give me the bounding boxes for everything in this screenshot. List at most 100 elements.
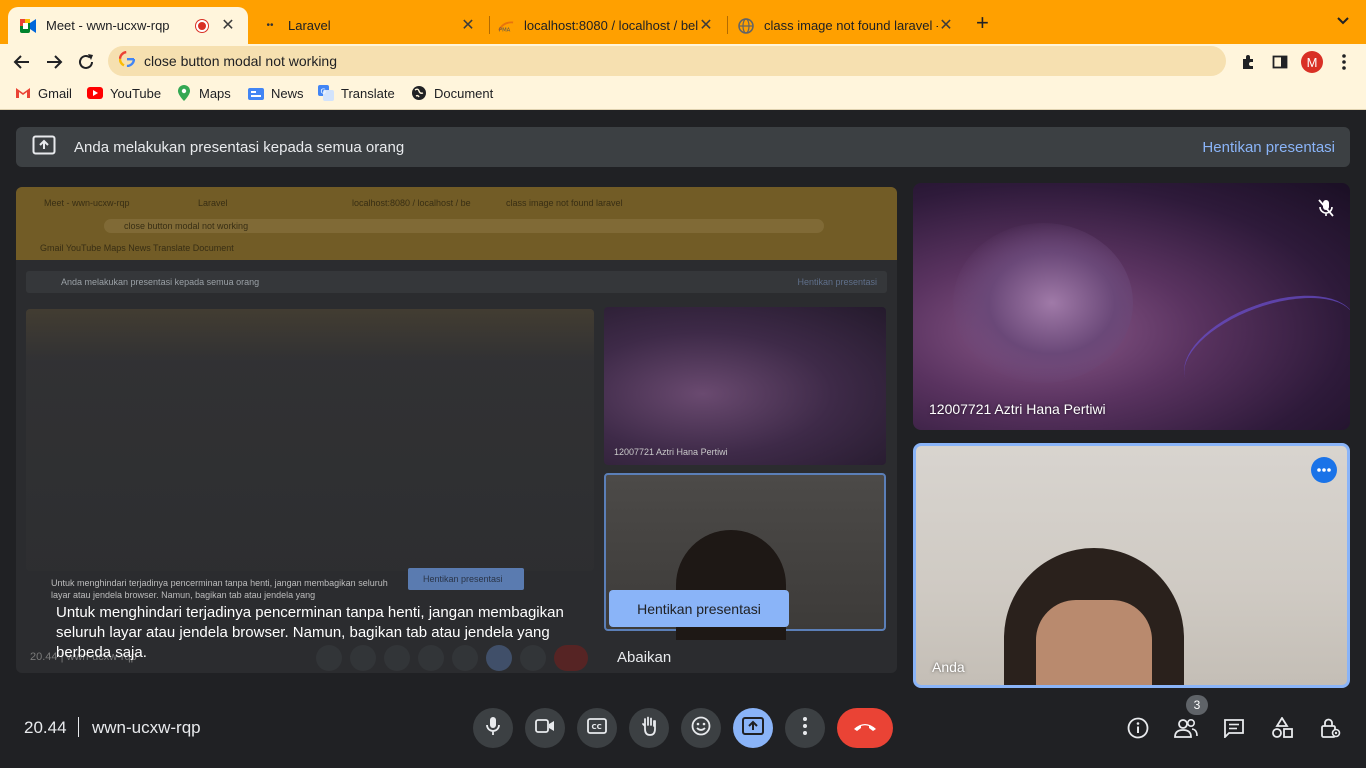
bookmark-maps[interactable]: Maps (176, 85, 231, 101)
video-feed (1170, 274, 1350, 422)
globe-icon (411, 85, 427, 101)
mirror-bookmarks-text: Gmail YouTube Maps News Translate Docume… (40, 243, 234, 253)
mic-off-icon (1318, 199, 1334, 222)
tab-search-chevron-icon[interactable] (1336, 14, 1350, 33)
bookmark-label: Translate (341, 85, 395, 101)
bookmark-label: Maps (199, 85, 231, 101)
mirror-participant-tile: 12007721 Aztri Hana Pertiwi (604, 307, 886, 465)
mirror-recursive-screen (26, 309, 594, 571)
present-screen-icon (742, 716, 764, 740)
hang-up-phone-icon (853, 719, 877, 737)
ignore-button[interactable]: Abaikan (617, 649, 671, 666)
meeting-code: wwn-ucxw-rqp (92, 718, 201, 737)
side-panel-icon[interactable] (1268, 50, 1292, 74)
tab-title: Laravel (288, 18, 331, 33)
close-tab-icon[interactable]: ✕ (938, 17, 954, 34)
mirror-banner: Anda melakukan presentasi kepada semua o… (26, 271, 887, 293)
meeting-time: 20.44 (24, 718, 67, 737)
address-bar[interactable]: close button modal not working (108, 46, 1226, 76)
divider (78, 717, 79, 737)
stop-presenting-link[interactable]: Hentikan presentasi (1202, 139, 1335, 156)
raise-hand-button[interactable] (629, 708, 669, 748)
bookmark-document[interactable]: Document (411, 85, 493, 101)
youtube-icon (87, 85, 103, 101)
close-tab-icon[interactable]: ✕ (220, 17, 236, 34)
tab-laravel[interactable]: •• Laravel ✕ (250, 7, 488, 44)
news-icon (248, 85, 264, 101)
captions-button[interactable]: CC (577, 708, 617, 748)
tab-meet[interactable]: Meet - wwn-ucxw-rqp ✕ (8, 7, 248, 44)
closed-captions-icon: CC (587, 717, 607, 739)
mirror-warning-text: Untuk menghindari terjadinya pencerminan… (51, 578, 388, 600)
tab-title: Meet - wwn-ucxw-rqp (46, 18, 170, 33)
present-now-button[interactable] (733, 708, 773, 748)
svg-text:PMA: PMA (499, 27, 511, 33)
emoji-smile-icon (691, 716, 711, 741)
kebab-menu-icon[interactable] (1332, 50, 1356, 74)
reactions-button[interactable] (681, 708, 721, 748)
maps-pin-icon (176, 85, 192, 101)
participant-tile[interactable]: 12007721 Aztri Hana Pertiwi (913, 183, 1350, 430)
people-icon[interactable] (1173, 715, 1199, 741)
forward-arrow-icon[interactable] (42, 50, 66, 74)
mirror-participant-name: 12007721 Aztri Hana Pertiwi (614, 447, 728, 457)
globe-icon (738, 17, 754, 34)
tab-phpmyadmin[interactable]: PMA localhost:8080 / localhost / bel ✕ (486, 7, 726, 44)
mirror-banner-text: Anda melakukan presentasi kepada semua o… (61, 277, 260, 287)
activities-shapes-icon[interactable] (1269, 715, 1295, 741)
stop-presenting-button[interactable]: Hentikan presentasi (609, 590, 789, 627)
address-text: close button modal not working (144, 53, 337, 69)
browser-toolbar: close button modal not working M (0, 44, 1366, 78)
recording-indicator-icon (196, 19, 208, 32)
participant-name: 12007721 Aztri Hana Pertiwi (929, 401, 1106, 417)
bookmark-label: Document (434, 85, 494, 101)
profile-avatar[interactable]: M (1300, 50, 1324, 74)
new-tab-icon[interactable]: + (976, 12, 989, 34)
extensions-puzzle-icon[interactable] (1236, 50, 1260, 74)
participant-count-badge: 3 (1186, 695, 1208, 715)
laravel-icon: •• (266, 20, 274, 31)
video-feed (1004, 548, 1184, 685)
translate-icon: G (318, 85, 334, 101)
more-options-icon[interactable] (1311, 457, 1337, 483)
reload-icon[interactable] (74, 50, 98, 74)
camera-button[interactable] (525, 708, 565, 748)
close-tab-icon[interactable]: ✕ (698, 17, 714, 34)
vertical-dots-icon (803, 716, 807, 740)
google-meet-icon (20, 18, 36, 34)
bookmark-youtube[interactable]: YouTube (87, 85, 161, 101)
video-feed (953, 223, 1133, 383)
gmail-icon (15, 85, 31, 101)
tab-search[interactable]: class image not found laravel - ✕ (726, 7, 966, 44)
bookmark-translate[interactable]: G Translate (318, 85, 395, 101)
more-options-button[interactable] (785, 708, 825, 748)
back-arrow-icon[interactable] (10, 50, 34, 74)
tab-title: class image not found laravel - (764, 18, 938, 33)
mirror-tab-text: Meet - wwn-ucxw-rqp (44, 198, 130, 208)
svg-text:CC: CC (592, 723, 602, 731)
mirror-browser-chrome: Meet - wwn-ucxw-rqp Laravel localhost:80… (16, 187, 897, 260)
bookmark-label: News (271, 85, 304, 101)
microphone-button[interactable] (473, 708, 513, 748)
bookmark-label: YouTube (110, 85, 162, 101)
browser-tab-bar: Meet - wwn-ucxw-rqp ✕ •• Laravel ✕ PMA l… (0, 0, 1366, 44)
meeting-details-info-icon[interactable] (1125, 715, 1151, 741)
chat-icon[interactable] (1221, 715, 1247, 741)
mirror-tab-text: localhost:8080 / localhost / be (352, 198, 471, 208)
svg-text:G: G (321, 88, 326, 96)
mirror-stop-button: Hentikan presentasi (408, 568, 524, 590)
presenting-banner: Anda melakukan presentasi kepada semua o… (16, 127, 1350, 167)
bookmark-news[interactable]: News (248, 85, 304, 101)
close-tab-icon[interactable]: ✕ (460, 17, 476, 34)
participant-tile-self[interactable]: Anda (913, 443, 1350, 688)
mirror-tab-text: Laravel (198, 198, 228, 208)
leave-call-button[interactable] (837, 708, 893, 748)
shared-screen-preview: Meet - wwn-ucxw-rqp Laravel localhost:80… (16, 187, 897, 673)
bookmark-gmail[interactable]: Gmail (15, 85, 72, 101)
present-screen-icon (32, 135, 56, 160)
mirror-warning-message: Untuk menghindari terjadinya pencerminan… (56, 604, 564, 661)
bookmarks-bar: Gmail YouTube Maps News G Translate Docu… (0, 78, 1366, 110)
host-controls-lock-icon[interactable] (1317, 715, 1343, 741)
avatar: M (1301, 51, 1323, 73)
hand-icon (640, 716, 658, 741)
